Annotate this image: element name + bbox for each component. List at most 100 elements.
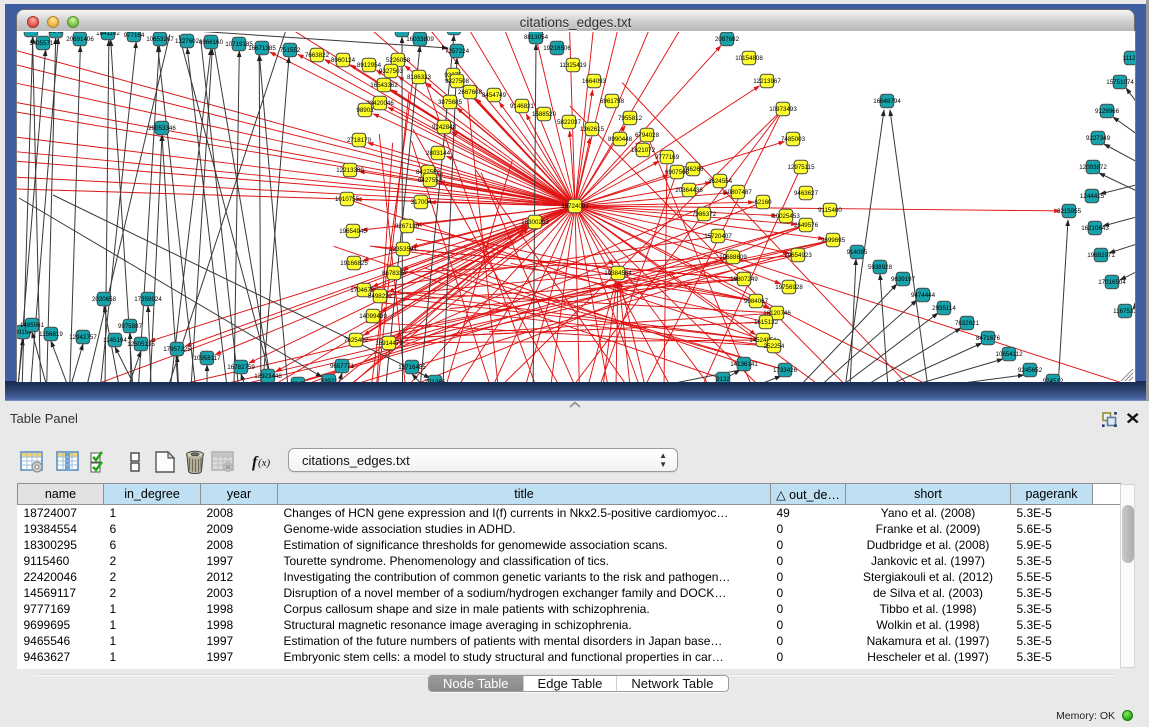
svg-text:17957225: 17957225	[163, 346, 191, 353]
svg-text:(x): (x)	[258, 457, 271, 469]
svg-text:1841102: 1841102	[96, 32, 120, 37]
svg-text:9115460: 9115460	[818, 207, 842, 214]
svg-text:1145194: 1145194	[103, 337, 127, 344]
svg-text:1156819: 1156819	[39, 331, 63, 338]
svg-text:8454749: 8454749	[482, 92, 507, 99]
svg-text:7955812: 7955812	[618, 115, 643, 122]
svg-text:19218506: 19218506	[543, 45, 571, 52]
svg-text:9129966: 9129966	[1095, 108, 1120, 115]
svg-text:12213967: 12213967	[753, 78, 781, 85]
svg-text:3624554: 3624554	[708, 178, 733, 185]
svg-text:9327503: 9327503	[379, 68, 404, 75]
svg-text:9132: 9132	[716, 376, 730, 382]
svg-text:16210643: 16210643	[1081, 225, 1109, 232]
svg-text:8186323: 8186323	[407, 74, 432, 81]
svg-text:3875685: 3875685	[438, 99, 463, 106]
svg-text:7485003: 7485003	[781, 136, 806, 143]
svg-text:1903557: 1903557	[19, 32, 44, 34]
svg-text:12213389: 12213389	[336, 167, 364, 174]
svg-text:8960124: 8960124	[331, 57, 356, 64]
svg-text:1485061: 1485061	[20, 322, 45, 329]
svg-text:14055714: 14055714	[29, 40, 57, 47]
svg-text:83921: 83921	[320, 378, 338, 382]
svg-text:6961758: 6961758	[600, 98, 625, 105]
svg-text:19692971: 19692971	[1087, 252, 1115, 259]
svg-text:10688609: 10688609	[719, 254, 747, 261]
svg-text:1588520: 1588520	[532, 111, 557, 118]
svg-text:9657771: 9657771	[330, 363, 355, 370]
svg-text:12353594: 12353594	[389, 246, 417, 253]
svg-text:9245: 9245	[291, 381, 305, 382]
svg-text:6966160: 6966160	[199, 39, 224, 46]
svg-text:19654945: 19654945	[339, 228, 367, 235]
svg-text:977164: 977164	[124, 32, 145, 39]
svg-text:2718170: 2718170	[347, 137, 372, 144]
svg-text:6907568: 6907568	[665, 169, 690, 176]
svg-text:8912954: 8912954	[357, 62, 382, 69]
svg-text:2020658: 2020658	[92, 296, 117, 303]
svg-text:9242848: 9242848	[432, 124, 457, 131]
svg-text:7663822: 7663822	[305, 52, 330, 59]
svg-text:8678334: 8678334	[382, 270, 407, 277]
svg-text:18300203: 18300203	[521, 219, 549, 226]
svg-text:9463627: 9463627	[794, 190, 819, 197]
svg-text:10154808: 10154808	[735, 55, 763, 62]
svg-text:11125: 11125	[1123, 55, 1135, 62]
svg-text:18807249: 18807249	[730, 276, 758, 283]
svg-text:7986372: 7986372	[692, 211, 717, 218]
svg-text:2667608: 2667608	[458, 89, 483, 96]
svg-text:914095: 914095	[847, 249, 868, 256]
svg-text:7632621: 7632621	[955, 320, 980, 327]
svg-text:19166825: 19166825	[340, 260, 368, 267]
svg-text:15716485: 15716485	[398, 364, 426, 371]
svg-text:8471676: 8471676	[976, 335, 1001, 342]
svg-text:8813054: 8813054	[524, 34, 549, 41]
svg-text:12093872: 12093872	[1079, 164, 1107, 171]
svg-text:2803144: 2803144	[426, 150, 451, 157]
svg-text:98903: 98903	[356, 107, 374, 114]
svg-text:7625402: 7625402	[344, 337, 369, 344]
svg-text:1615132: 1615132	[754, 319, 779, 326]
svg-text:10025453: 10025453	[772, 213, 800, 220]
svg-text:1167533: 1167533	[1113, 308, 1135, 315]
svg-text:2245: 2245	[49, 32, 63, 35]
svg-text:5226058: 5226058	[386, 57, 411, 64]
svg-text:14136141: 14136141	[730, 361, 758, 368]
svg-text:5498222: 5498222	[368, 293, 393, 300]
svg-text:10973493: 10973493	[769, 106, 797, 113]
svg-text:16648794: 16648794	[873, 98, 901, 105]
svg-text:771265: 771265	[425, 379, 446, 382]
svg-text:10653267: 10653267	[146, 36, 174, 43]
svg-text:11325419: 11325419	[559, 62, 587, 69]
svg-text:8990448: 8990448	[608, 136, 633, 143]
svg-text:2935114: 2935114	[932, 305, 956, 312]
svg-text:9474444: 9474444	[911, 292, 936, 299]
svg-text:16543362: 16543362	[370, 82, 398, 89]
svg-text:20364436: 20364436	[675, 187, 703, 194]
svg-text:5938928: 5938928	[868, 264, 893, 271]
svg-text:3215955: 3215955	[1057, 208, 1082, 215]
svg-text:29053346: 29053346	[148, 125, 176, 132]
svg-text:12942757: 12942757	[69, 334, 97, 341]
svg-text:1327602: 1327602	[175, 38, 200, 45]
svg-text:6794028: 6794028	[635, 132, 660, 139]
svg-text:16914479: 16914479	[375, 340, 403, 347]
svg-text:15720407: 15720407	[704, 233, 732, 240]
svg-text:1733426: 1733426	[773, 367, 798, 374]
svg-text:9975887: 9975887	[118, 323, 143, 330]
svg-text:20691406: 20691406	[66, 36, 94, 43]
svg-text:16782759: 16782759	[227, 364, 255, 371]
svg-text:10654112: 10654112	[995, 351, 1023, 358]
svg-text:903310: 903310	[392, 32, 413, 34]
svg-text:19756928: 19756928	[775, 284, 803, 291]
svg-text:10958117: 10958117	[193, 355, 221, 362]
svg-text:2087682: 2087682	[715, 36, 740, 43]
svg-text:2649576: 2649576	[794, 222, 819, 229]
svg-text:1244415: 1244415	[1080, 193, 1105, 200]
svg-text:19384554: 19384554	[604, 270, 632, 277]
svg-text:14099489: 14099489	[359, 313, 387, 320]
svg-text:1362615: 1362615	[580, 126, 605, 133]
svg-text:9639197: 9639197	[891, 276, 916, 283]
svg-text:1664093: 1664093	[582, 78, 607, 85]
svg-text:18724007: 18724007	[561, 203, 589, 210]
